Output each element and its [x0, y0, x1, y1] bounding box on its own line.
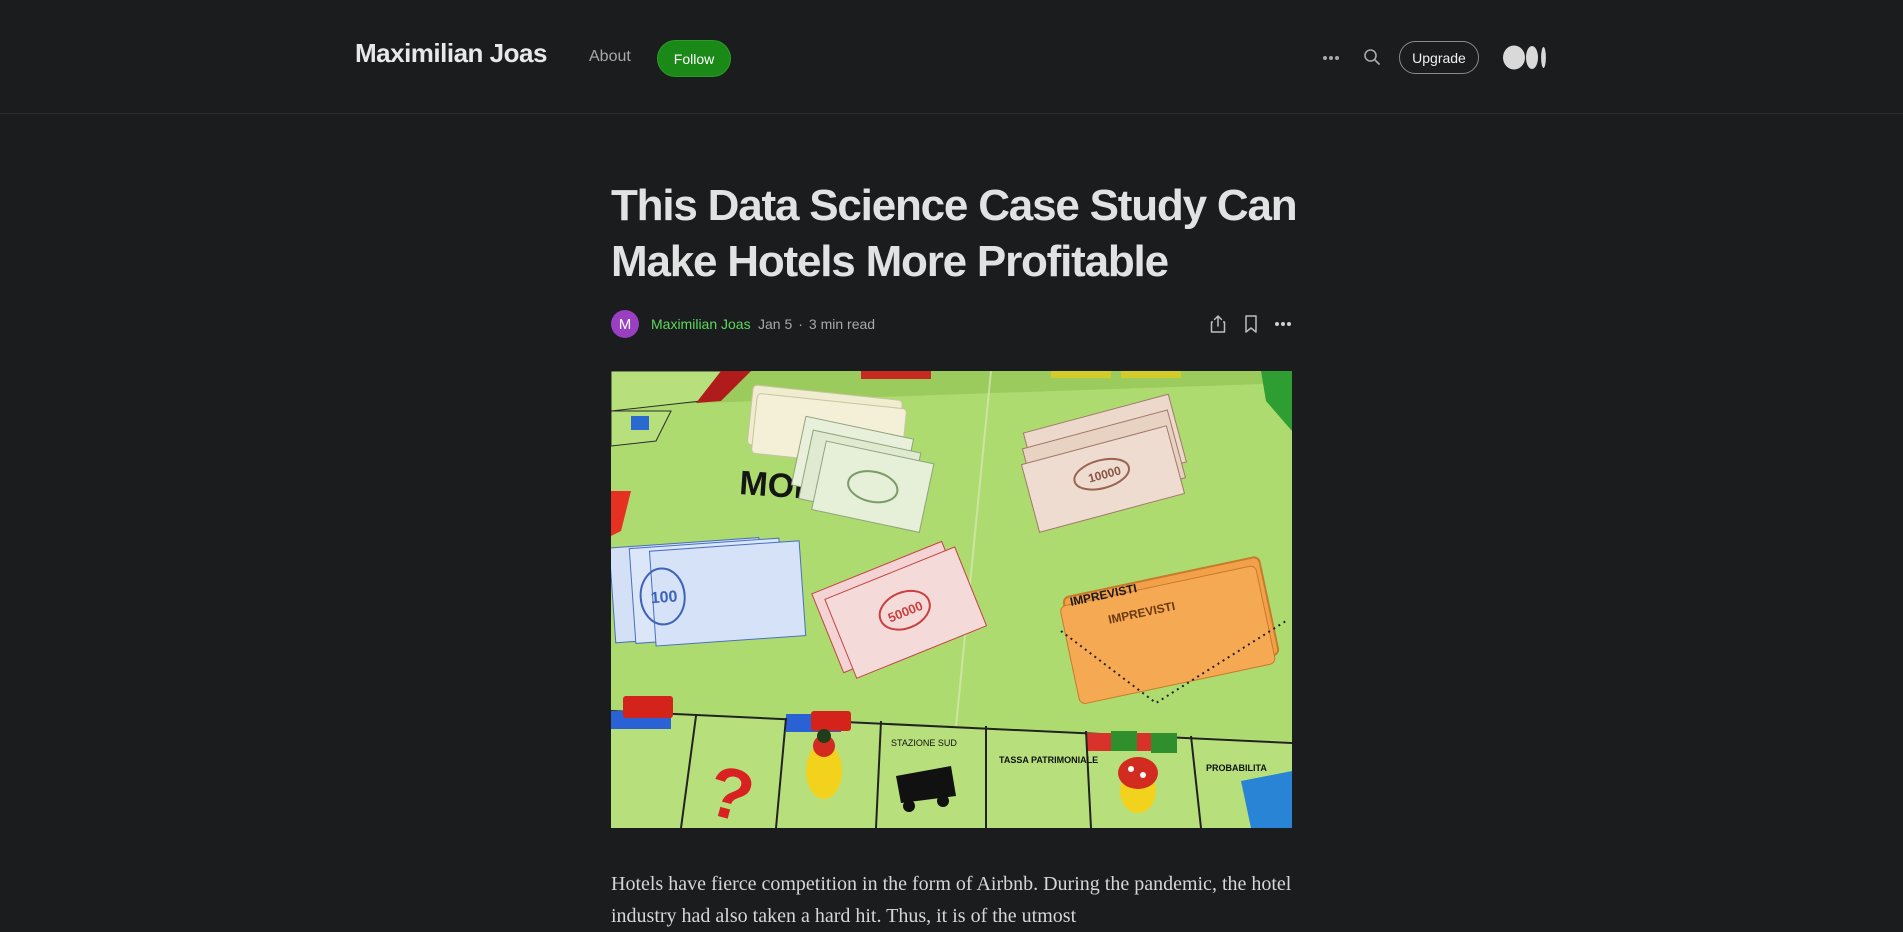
top-navigation-bar: Maximilian Joas About Follow Upgrade: [0, 0, 1903, 114]
article-byline: M Maximilian Joas Jan 5 · 3 min read: [611, 310, 1292, 340]
article-body-paragraph: Hotels have fierce competition in the fo…: [611, 873, 1292, 927]
publish-date: Jan 5: [758, 316, 793, 332]
author-avatar[interactable]: M: [611, 310, 639, 338]
follow-button[interactable]: Follow: [657, 40, 731, 77]
about-link[interactable]: About: [589, 48, 631, 66]
hero-image: MONOPOLI 10000 100: [611, 371, 1292, 828]
medium-logo-icon[interactable]: [1503, 45, 1547, 70]
publication-brand[interactable]: Maximilian Joas: [355, 38, 547, 69]
search-icon[interactable]: [1361, 46, 1383, 68]
upgrade-button[interactable]: Upgrade: [1399, 41, 1479, 74]
article-title: This Data Science Case Study Can Make Ho…: [611, 181, 1298, 286]
banknote-value-100: 100: [650, 588, 678, 607]
monopoly-board-illustration: MONOPOLI 10000 100: [611, 371, 1292, 828]
more-icon[interactable]: [1320, 47, 1342, 69]
author-name-link[interactable]: Maximilian Joas: [651, 316, 751, 332]
read-time: 3 min read: [808, 316, 876, 332]
more-icon[interactable]: [1272, 313, 1294, 335]
share-icon[interactable]: [1207, 313, 1229, 335]
article-meta: Jan 5 · 3 min read: [758, 316, 875, 332]
board-label-tassa-patrimoniale: TASSA PATRIMONIALE: [999, 755, 1098, 765]
bookmark-icon[interactable]: [1240, 313, 1262, 335]
board-label-probabilita: PROBABILITA: [1206, 763, 1267, 773]
board-label-stazione-sud: STAZIONE SUD: [891, 738, 957, 748]
meta-separator: ·: [798, 316, 803, 332]
